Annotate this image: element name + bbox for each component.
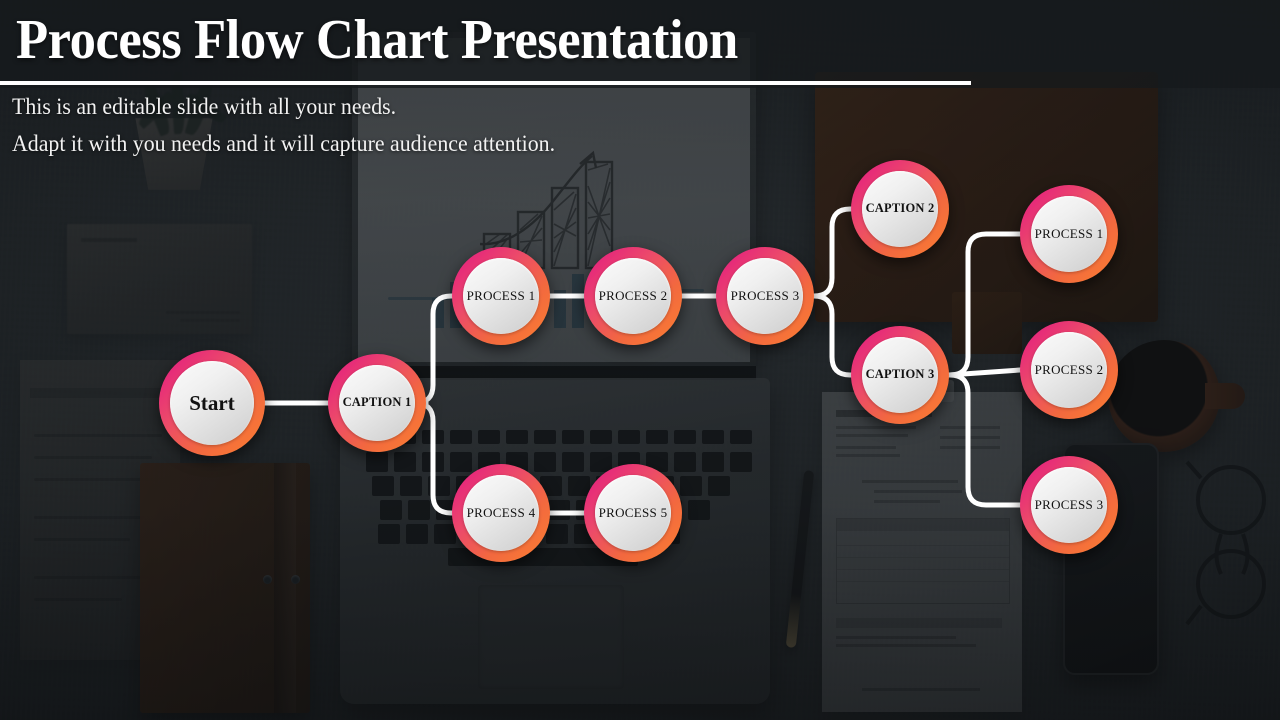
flow-node-label: PROCESS 5 (598, 505, 668, 521)
slide-canvas: Process Flow Chart Presentation This is … (0, 0, 1280, 720)
flow-node-label: PROCESS 3 (1034, 497, 1104, 513)
flow-node-label: PROCESS 4 (466, 505, 536, 521)
flow-node-caption1[interactable]: CAPTION 1 (328, 354, 426, 452)
flow-node-process1[interactable]: PROCESS 1 (452, 247, 550, 345)
flow-node-caption3[interactable]: CAPTION 3 (851, 326, 949, 424)
flow-node-face: CAPTION 1 (339, 365, 415, 441)
flow-node-label: CAPTION 3 (865, 367, 935, 382)
connector-caption3-rprocess1 (946, 231, 1023, 378)
subtitle-line-2: Adapt it with you needs and it will capt… (12, 131, 556, 156)
title-underline (0, 81, 971, 85)
flow-node-face: Start (170, 361, 254, 445)
flow-node-label: CAPTION 1 (342, 395, 412, 410)
flow-node-process3[interactable]: PROCESS 3 (716, 247, 814, 345)
flow-node-face: PROCESS 4 (463, 475, 539, 551)
flow-node-face: PROCESS 1 (463, 258, 539, 334)
flow-node-label: CAPTION 2 (865, 201, 935, 216)
flow-node-process2[interactable]: PROCESS 2 (584, 247, 682, 345)
flow-node-face: PROCESS 1 (1031, 196, 1107, 272)
flow-node-label: PROCESS 3 (730, 288, 800, 304)
flow-node-process5[interactable]: PROCESS 5 (584, 464, 682, 562)
flow-node-rprocess1[interactable]: PROCESS 1 (1020, 185, 1118, 283)
flow-node-label: PROCESS 2 (1034, 362, 1104, 378)
flow-node-process4[interactable]: PROCESS 4 (452, 464, 550, 562)
flow-node-face: CAPTION 3 (862, 337, 938, 413)
connector-caption3-rprocess3 (946, 372, 1023, 508)
page-title: Process Flow Chart Presentation (16, 9, 738, 71)
flow-node-rprocess3[interactable]: PROCESS 3 (1020, 456, 1118, 554)
flow-node-face: PROCESS 5 (595, 475, 671, 551)
connector-process3-caption3 (811, 293, 854, 378)
connector-process3-caption2 (811, 206, 854, 299)
flow-node-face: PROCESS 3 (727, 258, 803, 334)
flow-node-caption2[interactable]: CAPTION 2 (851, 160, 949, 258)
flow-node-face: PROCESS 2 (595, 258, 671, 334)
flow-node-face: PROCESS 2 (1031, 332, 1107, 408)
flow-node-label: PROCESS 2 (598, 288, 668, 304)
flow-node-face: CAPTION 2 (862, 171, 938, 247)
flow-node-rprocess2[interactable]: PROCESS 2 (1020, 321, 1118, 419)
flow-node-start[interactable]: Start (159, 350, 265, 456)
flow-node-label: PROCESS 1 (466, 288, 536, 304)
flow-node-face: PROCESS 3 (1031, 467, 1107, 543)
flow-node-label: Start (189, 390, 235, 415)
subtitle-line-1: This is an editable slide with all your … (12, 94, 397, 119)
flow-node-label: PROCESS 1 (1034, 226, 1104, 242)
